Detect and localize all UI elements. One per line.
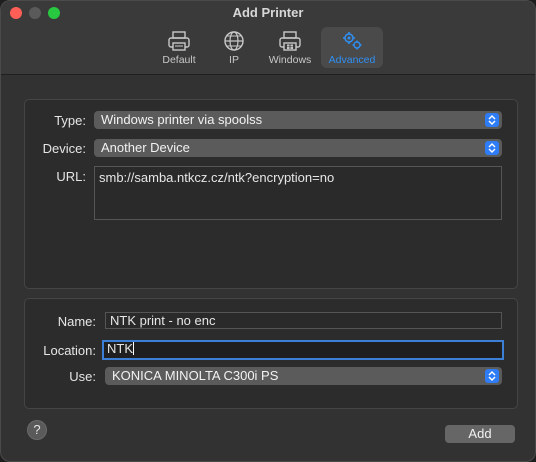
url-label: URL:: [56, 169, 86, 184]
name-field[interactable]: NTK print - no enc: [105, 312, 502, 329]
device-popup[interactable]: Another Device: [94, 139, 502, 157]
add-printer-window: Add Printer Default IP Windows Advanced …: [0, 0, 536, 462]
printer-icon: [168, 31, 190, 51]
location-label: Location:: [43, 343, 96, 358]
type-label: Type:: [54, 113, 86, 128]
use-label: Use:: [69, 369, 96, 384]
type-popup[interactable]: Windows printer via spoolss: [94, 111, 502, 129]
text-caret: [133, 342, 134, 355]
toolbar-ip-label: IP: [229, 54, 239, 66]
globe-icon: [224, 31, 244, 51]
popup-arrows-icon: [485, 141, 499, 155]
titlebar: Add Printer Default IP Windows Advanced: [1, 1, 535, 75]
toolbar-default-button[interactable]: Default: [157, 27, 201, 68]
toolbar-default-label: Default: [162, 54, 196, 66]
add-button[interactable]: Add: [445, 425, 515, 443]
type-value: Windows printer via spoolss: [101, 112, 263, 127]
windows-printer-icon: [279, 31, 301, 51]
connection-panel: Type: Windows printer via spoolss Device…: [24, 99, 518, 289]
popup-arrows-icon: [485, 113, 499, 127]
device-label: Device:: [42, 141, 86, 156]
window-title: Add Printer: [232, 5, 304, 20]
toolbar-advanced-label: Advanced: [328, 54, 376, 66]
name-label: Name:: [57, 314, 96, 329]
toolbar-windows-button[interactable]: Windows: [263, 27, 317, 68]
details-panel: Name: NTK print - no enc Location: NTK U…: [24, 298, 518, 409]
help-button[interactable]: ?: [27, 420, 47, 440]
device-value: Another Device: [101, 140, 190, 155]
gears-icon: [343, 32, 362, 50]
toolbar-advanced-button[interactable]: Advanced: [321, 27, 383, 68]
location-field[interactable]: NTK: [102, 340, 504, 360]
url-field[interactable]: smb://samba.ntkcz.cz/ntk?encryption=no: [94, 166, 502, 220]
popup-arrows-icon: [485, 369, 499, 383]
toolbar-windows-label: Windows: [268, 54, 312, 66]
toolbar-ip-button[interactable]: IP: [217, 27, 251, 68]
use-popup[interactable]: KONICA MINOLTA C300i PS: [105, 367, 502, 385]
use-value: KONICA MINOLTA C300i PS: [112, 368, 279, 383]
location-value: NTK: [107, 341, 133, 356]
